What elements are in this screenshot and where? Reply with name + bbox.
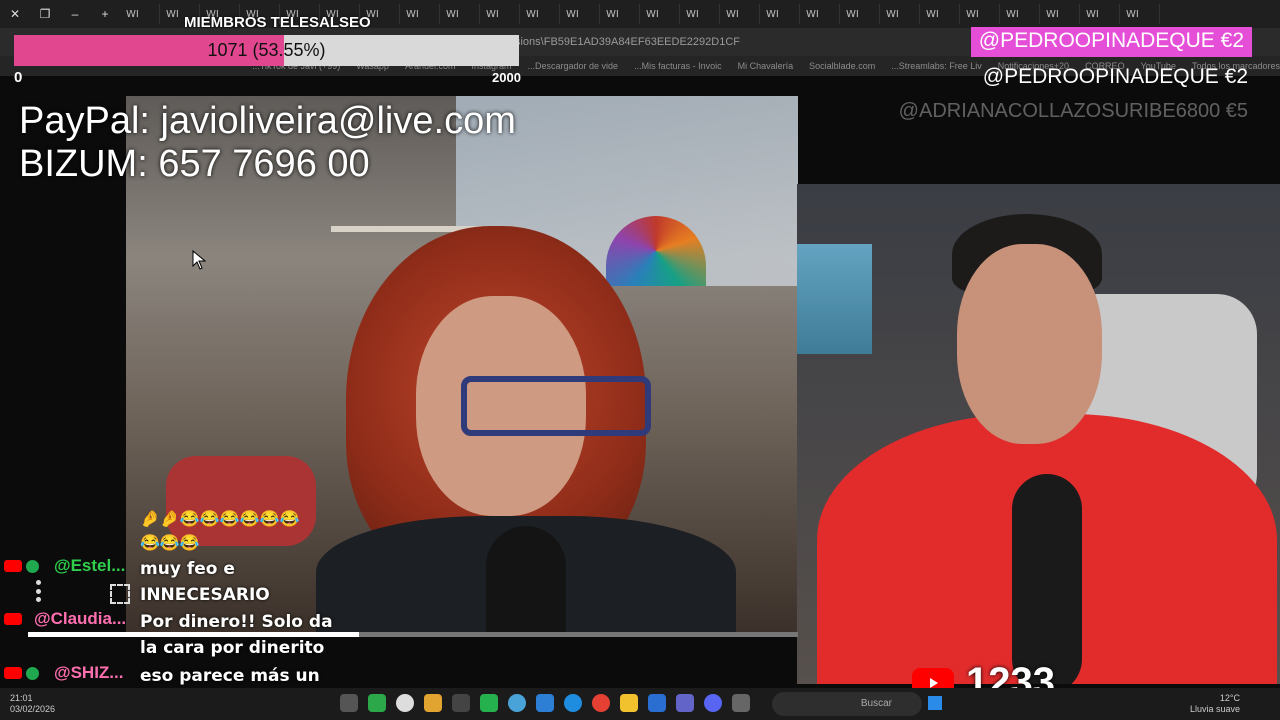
- browser-tab[interactable]: WI: [680, 4, 720, 24]
- app-icon[interactable]: [340, 694, 358, 712]
- browser-tab[interactable]: WI: [800, 4, 840, 24]
- app-icon[interactable]: [508, 694, 526, 712]
- new-tab-icon[interactable]: +: [90, 7, 120, 21]
- latest-donation-line: @PEDROOPINADEQUE €2: [982, 65, 1248, 88]
- windows-taskbar: 21:01 03/02/2026 Buscar 12°C Lluvia suav…: [0, 688, 1280, 720]
- live-chat-overlay: 🤌🤌😂😂😂😂😂😂 😂😂😂 @Estel... muy feo e INNECES…: [0, 500, 360, 720]
- browser-tab[interactable]: WI: [960, 4, 1000, 24]
- guest-glasses: [461, 376, 651, 436]
- browser-tab[interactable]: WI: [1120, 4, 1160, 24]
- browser-tab[interactable]: WI: [600, 4, 640, 24]
- chat-username: @Estel...: [54, 556, 126, 575]
- browser-tab[interactable]: WI: [880, 4, 920, 24]
- close-window-icon[interactable]: ✕: [0, 7, 30, 21]
- teams-icon[interactable]: [676, 694, 694, 712]
- emoji-line: 🤌🤌😂😂😂😂😂😂: [140, 511, 300, 528]
- host-webcam: [797, 184, 1280, 684]
- bookmark-item[interactable]: Mi Chavalería: [738, 61, 794, 71]
- app-icon[interactable]: [536, 694, 554, 712]
- browser-tab[interactable]: WI: [1000, 4, 1040, 24]
- app-icon[interactable]: [396, 694, 414, 712]
- browser-tab[interactable]: WI: [120, 4, 160, 24]
- browser-tab[interactable]: WI: [640, 4, 680, 24]
- emoji-line: 😂😂😂: [140, 535, 200, 552]
- host-microphone: [1012, 474, 1082, 684]
- chrome-icon[interactable]: [592, 694, 610, 712]
- browser-tab[interactable]: WI: [720, 4, 760, 24]
- app-icon[interactable]: [424, 694, 442, 712]
- restore-window-icon[interactable]: ❐: [30, 7, 60, 21]
- latest-donation-badge: @PEDROOPINADEQUE €2: [970, 27, 1252, 57]
- browser-tab[interactable]: WI: [400, 4, 440, 24]
- app-icon[interactable]: [452, 694, 470, 712]
- discord-icon[interactable]: [704, 694, 722, 712]
- whatsapp-icon[interactable]: [368, 694, 386, 712]
- browser-tab[interactable]: WI: [760, 4, 800, 24]
- superchat-icon: [26, 560, 39, 573]
- platform-icons: [4, 667, 39, 680]
- chat-text: muy feo e INNECESARIO: [140, 559, 270, 605]
- goal-max-label: 2000: [492, 70, 521, 85]
- superchat-icon: [26, 667, 39, 680]
- bookmark-item[interactable]: Streamlabs: Free Liv...: [891, 61, 982, 71]
- chat-emoji-message: 🤌🤌😂😂😂😂😂😂 😂😂😂: [140, 508, 340, 556]
- app-icon[interactable]: [480, 694, 498, 712]
- bookmark-item[interactable]: Mis facturas - Invoic...: [634, 61, 722, 71]
- fullscreen-icon[interactable]: [110, 584, 130, 604]
- browser-tab[interactable]: WI: [1080, 4, 1120, 24]
- host-face: [957, 244, 1102, 444]
- minimize-window-icon[interactable]: –: [60, 7, 90, 21]
- goal-progress-text: 1071 (53.55%): [207, 40, 326, 60]
- video-progress-bar[interactable]: [28, 632, 798, 637]
- browser-tab[interactable]: WI: [840, 4, 880, 24]
- weather-desc: Lluvia suave: [1189, 704, 1240, 714]
- mail-icon[interactable]: [648, 694, 666, 712]
- browser-tab[interactable]: WI: [520, 4, 560, 24]
- goal-min-label: 0: [14, 69, 23, 86]
- clock-time: 21:01: [10, 693, 33, 703]
- paypal-info: PayPal: javioliveira@live.com: [19, 100, 516, 142]
- taskbar-app-icons: [340, 694, 750, 712]
- app-icon[interactable]: [732, 694, 750, 712]
- youtube-icon: [4, 613, 22, 625]
- platform-icons: [4, 613, 22, 625]
- taskbar-search[interactable]: Buscar: [772, 692, 922, 716]
- edge-icon[interactable]: [564, 694, 582, 712]
- guest-microphone: [486, 526, 566, 636]
- browser-tab[interactable]: WI: [440, 4, 480, 24]
- weather-temp: 12°C: [1219, 693, 1240, 703]
- windows-start-icon[interactable]: [928, 696, 942, 710]
- goal-title: MIEMBROS TELESALSEO: [184, 14, 371, 31]
- previous-donation-line: @ADRIANACOLLAZOSURIBE6800 €5: [898, 100, 1248, 122]
- mouse-cursor-icon: [192, 249, 207, 275]
- youtube-icon: [4, 560, 22, 572]
- video-progress-fill: [28, 632, 360, 637]
- bookmark-item[interactable]: Descargador de vide...: [528, 61, 619, 71]
- youtube-icon: [4, 667, 22, 679]
- clock-date: 03/02/2026: [10, 704, 56, 714]
- background-monitor: [797, 244, 872, 354]
- platform-icons: [4, 560, 39, 573]
- weather-widget[interactable]: 12°C Lluvia suave: [1190, 693, 1240, 715]
- browser-tab[interactable]: WI: [920, 4, 960, 24]
- more-options-icon[interactable]: [36, 580, 42, 602]
- bizum-info: BIZUM: 657 7696 00: [19, 143, 370, 185]
- taskbar-clock[interactable]: 21:01 03/02/2026: [10, 693, 55, 715]
- chat-username: @SHIZ...: [54, 663, 124, 682]
- goal-progress-bar: 1071 (53.55%): [14, 35, 519, 66]
- chat-username: @Claudia...: [34, 609, 127, 628]
- folder-icon[interactable]: [620, 694, 638, 712]
- browser-tab[interactable]: WI: [1040, 4, 1080, 24]
- bookmark-item[interactable]: Socialblade.com: [809, 61, 875, 71]
- browser-tab[interactable]: WI: [480, 4, 520, 24]
- browser-tab[interactable]: WI: [560, 4, 600, 24]
